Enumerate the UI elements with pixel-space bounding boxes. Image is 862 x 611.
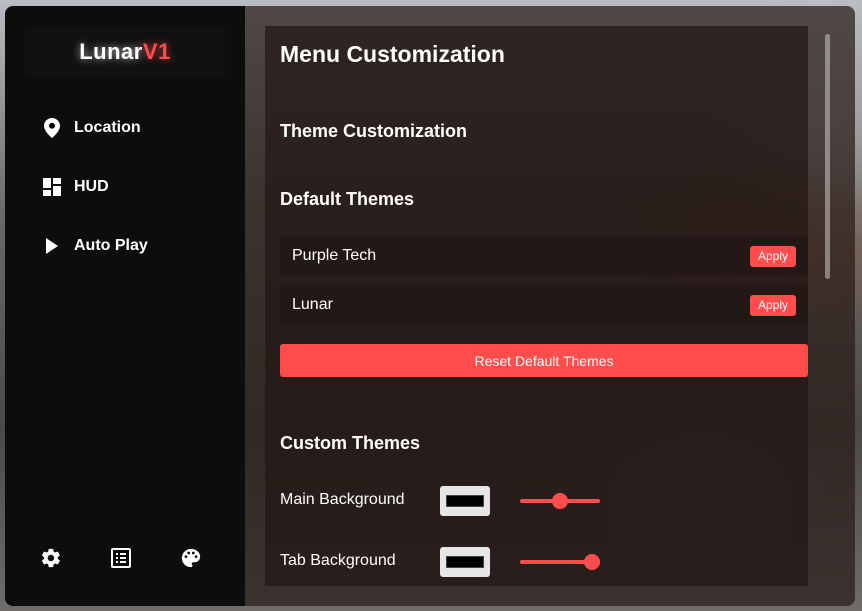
setting-row: Tab Background	[280, 547, 808, 577]
opacity-slider[interactable]	[520, 486, 600, 516]
sidebar-item-label: Location	[74, 119, 141, 136]
color-picker[interactable]	[440, 486, 490, 516]
section-heading-default-themes: Default Themes	[280, 189, 415, 209]
gear-icon[interactable]	[37, 544, 65, 572]
sidebar: Lunar V1 Location HUD Auto Play	[5, 6, 245, 606]
theme-name: Lunar	[292, 296, 333, 313]
logo-text-accent: V1	[142, 39, 171, 64]
color-picker[interactable]	[440, 547, 490, 577]
play-icon	[41, 235, 63, 257]
list-item: Lunar Apply	[280, 285, 808, 325]
slider-thumb[interactable]	[584, 554, 600, 570]
list-icon[interactable]	[107, 544, 135, 572]
sidebar-item-auto-play[interactable]: Auto Play	[41, 232, 148, 260]
main-panel: Menu Customization Theme Customization D…	[245, 6, 855, 606]
setting-row: Main Background	[280, 486, 808, 516]
setting-label: Tab Background	[280, 552, 396, 569]
menu-window: Lunar V1 Location HUD Auto Play Menu Cus…	[5, 6, 855, 606]
reset-default-themes-button[interactable]: Reset Default Themes	[280, 344, 808, 377]
scrollbar[interactable]	[825, 34, 830, 279]
section-heading-custom-themes: Custom Themes	[280, 433, 421, 453]
color-swatch	[446, 556, 484, 568]
page-title: Menu Customization	[280, 41, 505, 67]
app-logo: Lunar V1	[25, 26, 225, 78]
sidebar-item-label: HUD	[74, 178, 109, 195]
opacity-slider[interactable]	[520, 547, 600, 577]
sidebar-item-location[interactable]: Location	[41, 114, 141, 142]
apply-button[interactable]: Apply	[749, 245, 796, 267]
palette-icon[interactable]	[177, 544, 205, 572]
sidebar-item-hud[interactable]: HUD	[41, 173, 109, 201]
setting-label: Main Background	[280, 491, 405, 508]
dashboard-icon	[41, 176, 63, 198]
location-pin-icon	[41, 117, 63, 139]
theme-name: Purple Tech	[292, 247, 377, 264]
sidebar-footer	[5, 544, 245, 572]
logo-text-primary: Lunar	[79, 39, 143, 64]
section-heading-theme: Theme Customization	[280, 121, 468, 141]
list-item: Purple Tech Apply	[280, 236, 808, 276]
apply-button[interactable]: Apply	[749, 294, 796, 316]
sidebar-item-label: Auto Play	[74, 237, 148, 254]
slider-thumb[interactable]	[552, 493, 568, 509]
color-swatch	[446, 495, 484, 507]
